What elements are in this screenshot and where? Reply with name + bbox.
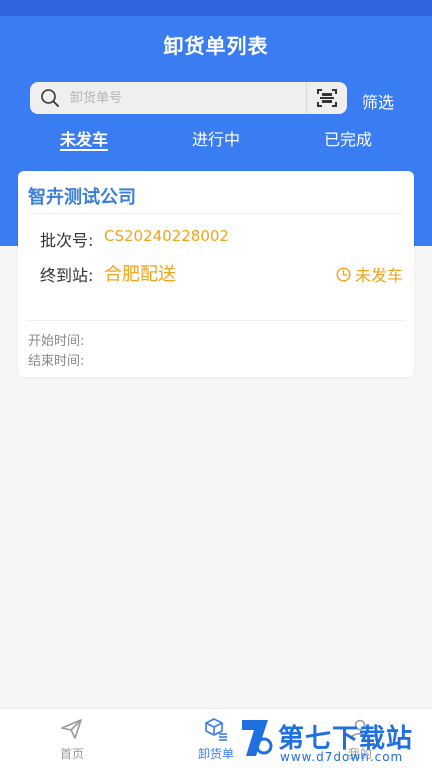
status-text: 未发车 [355,266,404,285]
tab-not-departed[interactable]: 未发车 [24,126,144,150]
nav-home[interactable]: 首页 [12,709,132,768]
order-card[interactable]: 智卉测试公司 批次号: CS20240228002 终到站: 合肥配送 未发车 … [18,171,414,377]
batch-label: 批次号: [40,231,94,250]
page-title: 卸货单列表 [163,34,269,58]
cube-list-icon [205,718,227,741]
scan-icon [317,89,337,107]
clock-icon [336,266,351,282]
end-time-label: 结束时间: [28,354,85,369]
filter-button[interactable]: 筛选 [362,89,410,113]
scan-button[interactable] [307,82,347,114]
status-bar [0,0,432,16]
batch-number: CS20240228002 [104,227,229,245]
station-label: 终到站: [40,266,94,285]
company-name: 智卉测试公司 [28,187,136,208]
paper-plane-icon [61,719,82,739]
watermark: 第七下载站 www.d7down.com [238,712,428,766]
tab-in-progress[interactable]: 进行中 [156,126,276,150]
search-icon [41,89,59,107]
nav-home-label: 首页 [59,747,84,761]
tab-completed[interactable]: 已完成 [288,126,408,150]
watermark-logo-icon [242,720,273,756]
watermark-url: www.d7down.com [280,750,404,764]
station-value: 合肥配送 [104,264,176,285]
status-badge: 未发车 [336,262,403,286]
card-divider [28,320,404,321]
active-tab-indicator [60,149,108,151]
start-time-label: 开始时间: [28,334,85,349]
search-bar [30,82,347,114]
card-divider [28,213,404,214]
search-input[interactable] [70,86,290,110]
